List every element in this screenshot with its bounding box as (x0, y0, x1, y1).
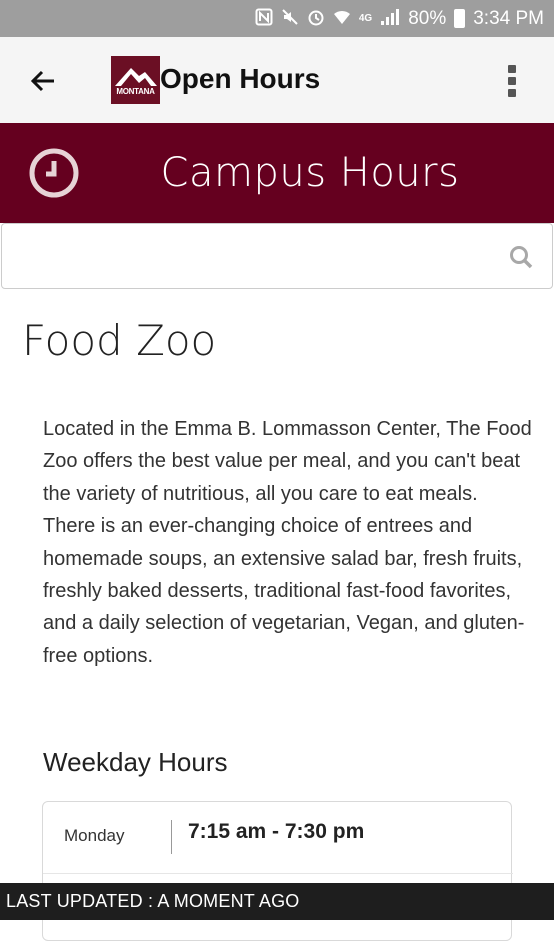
app-title: Open Hours (160, 63, 321, 94)
alarm-icon (307, 8, 325, 29)
table-row: Monday 7:15 am - 7:30 pm (43, 802, 513, 874)
nfc-icon (255, 8, 273, 29)
status-time: 3:34 PM (473, 7, 544, 29)
hours-value: 7:15 am - 7:30 pm (188, 820, 365, 843)
campus-hours-banner: Campus Hours (0, 123, 554, 223)
last-updated-text: LAST UPDATED : A MOMENT AGO (6, 891, 300, 911)
search-icon[interactable] (508, 244, 534, 270)
weekday-hours-title: Weekday Hours (43, 747, 228, 777)
day-label: Monday (64, 826, 125, 845)
logo-text: MONTANA (116, 87, 155, 96)
wifi-icon (333, 8, 351, 29)
hours-table: Monday 7:15 am - 7:30 pm (42, 801, 513, 941)
status-bar: 4G 80% 3:34 PM (0, 0, 554, 37)
back-arrow-icon (30, 70, 54, 92)
montana-logo: MONTANA (111, 56, 160, 104)
more-vert-icon (508, 65, 516, 73)
more-vert-icon-dot (508, 89, 516, 97)
last-updated-bar: LAST UPDATED : A MOMENT AGO (0, 883, 554, 920)
more-vert-icon-dot (508, 77, 516, 85)
mute-icon (281, 8, 299, 29)
back-button[interactable] (24, 61, 64, 101)
overflow-menu-button[interactable] (500, 63, 524, 99)
battery-percent: 80% (408, 7, 447, 29)
location-title: Food Zoo (22, 316, 217, 365)
lte-icon: 4G (358, 12, 373, 24)
location-description: Located in the Emma B. Lommasson Center,… (43, 418, 532, 667)
app-bar: MONTANA Open Hours (0, 37, 554, 123)
battery-icon (454, 9, 466, 28)
search-bar (1, 223, 553, 289)
column-divider (171, 820, 172, 854)
banner-title: Campus Hours (160, 150, 460, 196)
signal-icon (380, 8, 400, 29)
search-input[interactable] (12, 238, 492, 274)
